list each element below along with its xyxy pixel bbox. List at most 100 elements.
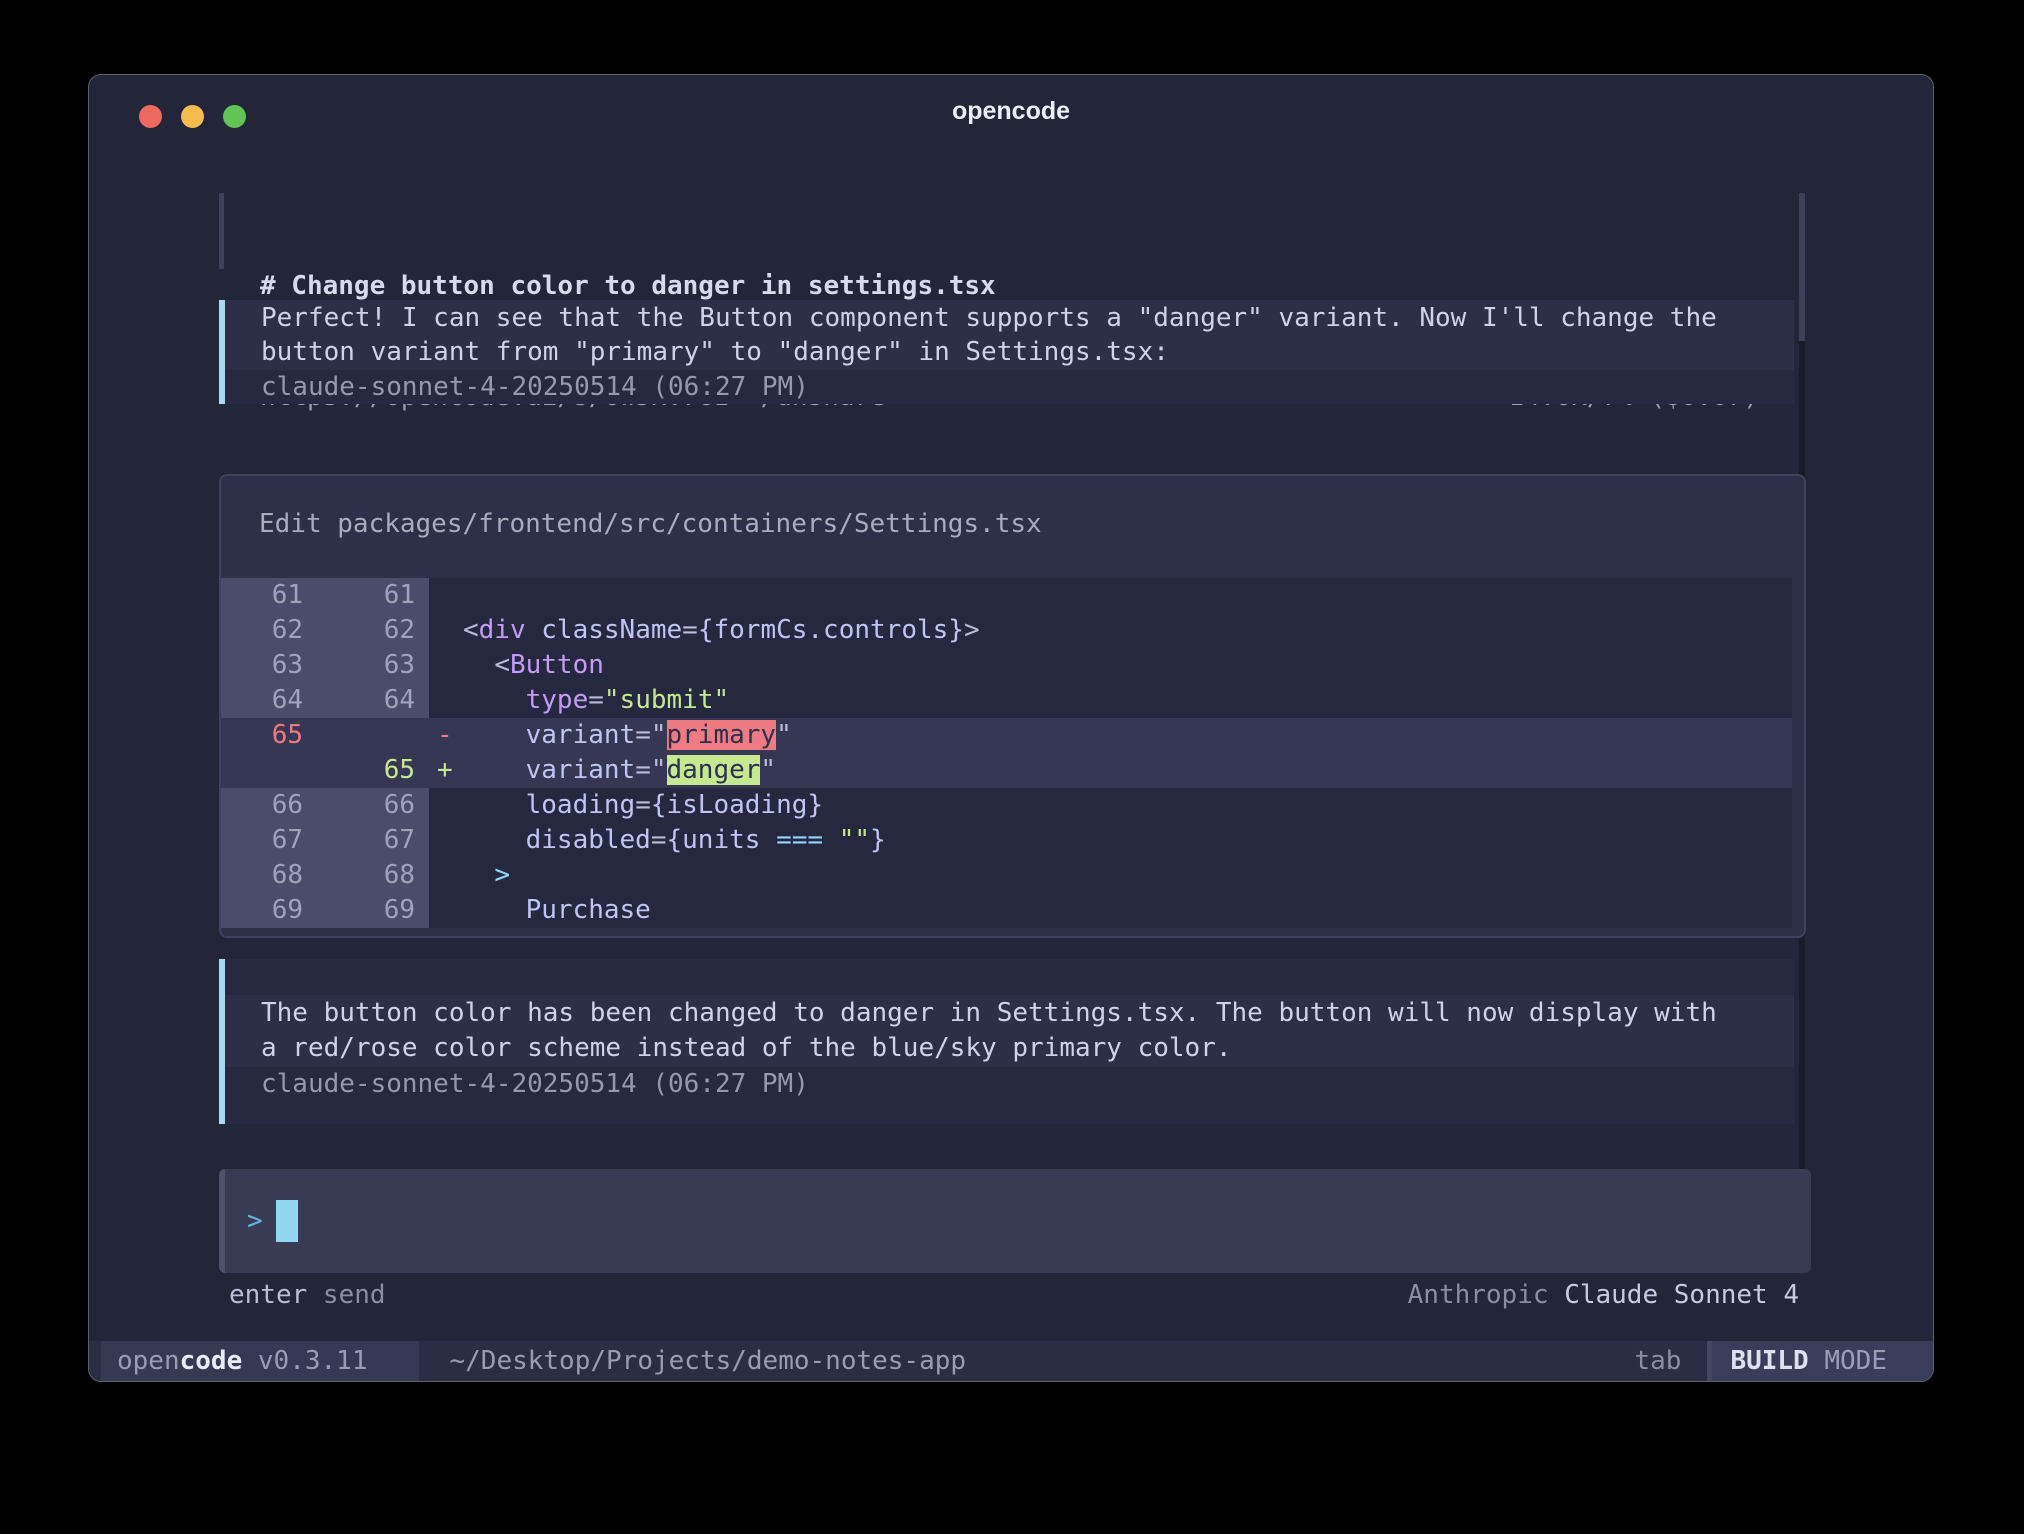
code-token: danger bbox=[667, 755, 761, 785]
enter-hint: enter send bbox=[229, 1277, 386, 1313]
old-line-number: 61 bbox=[221, 578, 317, 613]
message-line: Perfect! I can see that the Button compo… bbox=[261, 301, 1794, 335]
opencode-window: opencode # Change button color to danger… bbox=[88, 74, 1934, 1382]
old-line-number: 67 bbox=[221, 823, 317, 858]
diff-marker bbox=[429, 893, 463, 928]
diff-code-line: variant="danger" bbox=[463, 753, 1792, 788]
code-token: > bbox=[964, 615, 980, 645]
enter-key-label: enter bbox=[229, 1280, 307, 1310]
diff-row: 6666 loading={isLoading} bbox=[221, 788, 1792, 823]
diff-marker bbox=[429, 613, 463, 648]
code-token: = bbox=[588, 685, 604, 715]
diff-row: 6767 disabled={units === ""} bbox=[221, 823, 1792, 858]
message-line: The button color has been changed to dan… bbox=[261, 996, 1794, 1031]
message-line: a red/rose color scheme instead of the b… bbox=[261, 1031, 1794, 1066]
diff-marker bbox=[429, 648, 463, 683]
window-title: opencode bbox=[89, 97, 1933, 126]
code-token: {isLoading} bbox=[651, 790, 823, 820]
session-header: # Change button color to danger in setti… bbox=[219, 193, 1799, 269]
code-token: } bbox=[870, 825, 886, 855]
assistant-message: Perfect! I can see that the Button compo… bbox=[219, 300, 1794, 404]
mode-name: BUILD bbox=[1730, 1346, 1808, 1376]
prompt-chevron-icon: > bbox=[247, 1206, 263, 1236]
code-token: Purchase bbox=[463, 895, 651, 925]
message-paragraph: Perfect! I can see that the Button compo… bbox=[225, 300, 1794, 370]
code-token: > bbox=[494, 860, 510, 890]
model-indicator[interactable]: Anthropic Claude Sonnet 4 bbox=[1408, 1277, 1799, 1313]
text-cursor bbox=[276, 1200, 298, 1242]
code-token: type bbox=[526, 685, 589, 715]
code-token: div bbox=[479, 615, 526, 645]
old-line-number: 65 bbox=[221, 718, 317, 753]
diff-row: 6868 > bbox=[221, 858, 1792, 893]
prompt-input[interactable]: > bbox=[219, 1169, 1811, 1273]
new-line-number: 61 bbox=[317, 578, 429, 613]
working-directory: ~/Desktop/Projects/demo-notes-app bbox=[449, 1346, 966, 1376]
diff-marker bbox=[429, 823, 463, 858]
code-token: loading bbox=[463, 790, 635, 820]
new-line-number: 65 bbox=[317, 753, 429, 788]
diff-marker bbox=[429, 578, 463, 613]
model-label: Claude Sonnet 4 bbox=[1564, 1280, 1799, 1310]
diff-code-line: disabled={units === ""} bbox=[463, 823, 1792, 858]
scrollbar-thumb[interactable] bbox=[1799, 193, 1805, 341]
diff-table: 61616262 <div className={formCs.controls}… bbox=[221, 578, 1792, 928]
code-token: =" bbox=[635, 720, 666, 750]
code-token: {units bbox=[667, 825, 777, 855]
diff-row: 65- variant="primary" bbox=[221, 718, 1792, 753]
diff-code-line: <Button bbox=[463, 648, 1792, 683]
diff-code-line: <div className={formCs.controls}> bbox=[463, 613, 1792, 648]
diff-row: 65+ variant="danger" bbox=[221, 753, 1792, 788]
message-line: button variant from "primary" to "danger… bbox=[261, 335, 1794, 369]
code-token bbox=[823, 825, 839, 855]
code-token: variant bbox=[463, 720, 635, 750]
diff-row: 6161 bbox=[221, 578, 1792, 613]
hints-row: enter send Anthropic Claude Sonnet 4 bbox=[229, 1277, 1799, 1313]
tab-key-hint: tab bbox=[1634, 1346, 1681, 1376]
model-timestamp: claude-sonnet-4-20250514 (06:27 PM) bbox=[225, 1067, 1794, 1102]
diff-code-line: > bbox=[463, 858, 1792, 893]
old-line-number: 69 bbox=[221, 893, 317, 928]
assistant-message: The button color has been changed to dan… bbox=[219, 959, 1794, 1124]
diff-marker bbox=[429, 683, 463, 718]
code-token: "submit" bbox=[604, 685, 729, 715]
status-bar: opencode v0.3.11 ~/Desktop/Projects/demo… bbox=[89, 1341, 1933, 1381]
new-line-number: 62 bbox=[317, 613, 429, 648]
diff-code-line bbox=[463, 578, 1792, 613]
diff-marker: + bbox=[429, 753, 463, 788]
code-token: primary bbox=[667, 720, 777, 750]
old-line-number: 64 bbox=[221, 683, 317, 718]
mode-chip[interactable]: BUILD MODE bbox=[1712, 1341, 1933, 1381]
diff-code-line: loading={isLoading} bbox=[463, 788, 1792, 823]
model-timestamp: claude-sonnet-4-20250514 (06:27 PM) bbox=[225, 370, 1794, 404]
code-token: " bbox=[760, 755, 776, 785]
diff-code-line: Purchase bbox=[463, 893, 1792, 928]
code-token: = bbox=[635, 790, 651, 820]
code-token: "" bbox=[839, 825, 870, 855]
diff-row: 6969 Purchase bbox=[221, 893, 1792, 928]
diff-marker bbox=[429, 858, 463, 893]
old-line-number: 68 bbox=[221, 858, 317, 893]
diff-code-line: variant="primary" bbox=[463, 718, 1792, 753]
enter-action-label: send bbox=[307, 1280, 385, 1310]
code-token bbox=[463, 685, 526, 715]
old-line-number: 62 bbox=[221, 613, 317, 648]
code-token: {formCs.controls} bbox=[698, 615, 964, 645]
new-line-number: 63 bbox=[317, 648, 429, 683]
new-line-number: 69 bbox=[317, 893, 429, 928]
diff-row: 6363 <Button bbox=[221, 648, 1792, 683]
new-line-number: 68 bbox=[317, 858, 429, 893]
code-token: variant bbox=[463, 755, 635, 785]
code-token: className bbox=[526, 615, 683, 645]
code-token bbox=[463, 860, 494, 890]
app-version: v0.3.11 bbox=[242, 1346, 367, 1376]
code-token bbox=[463, 650, 494, 680]
code-token: = bbox=[651, 825, 667, 855]
mode-suffix: MODE bbox=[1809, 1346, 1887, 1376]
code-token: Button bbox=[510, 650, 604, 680]
code-token: " bbox=[776, 720, 792, 750]
provider-label: Anthropic bbox=[1408, 1280, 1565, 1310]
code-token: disabled bbox=[463, 825, 651, 855]
diff-row: 6262 <div className={formCs.controls}> bbox=[221, 613, 1792, 648]
old-line-number: 66 bbox=[221, 788, 317, 823]
